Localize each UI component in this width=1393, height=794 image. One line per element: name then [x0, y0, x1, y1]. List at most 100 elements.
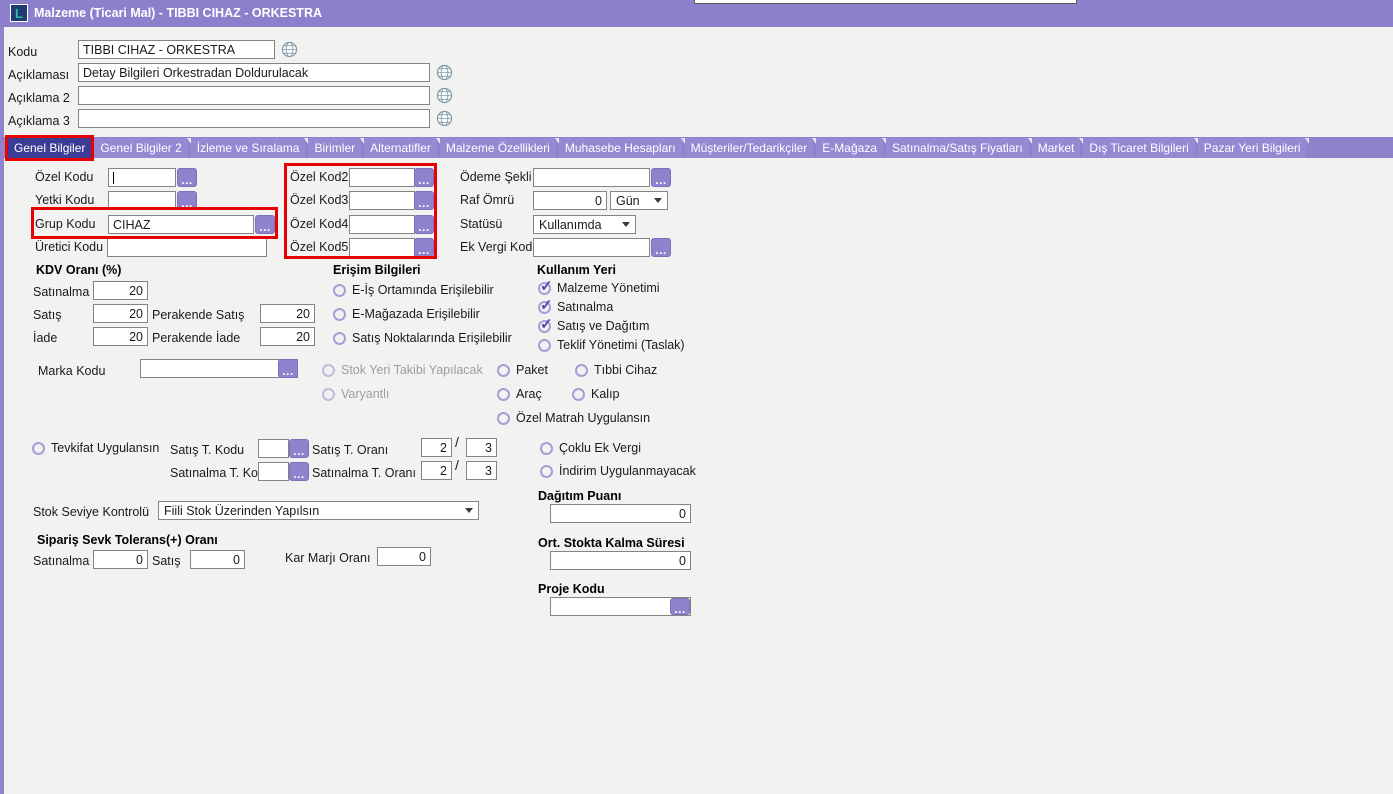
ort-stokta-kalma-input[interactable]: 0: [550, 551, 691, 570]
checkbox-tibbi-cihaz[interactable]: Tıbbi Cihaz: [575, 363, 657, 377]
aciklama3-label: Açıklama 3: [8, 114, 70, 128]
checkbox-circle-icon: [497, 388, 510, 401]
tolerans-satis-input[interactable]: 0: [190, 550, 245, 569]
grup-kodu-lookup-button[interactable]: [255, 215, 275, 234]
ozel-kod2-lookup-button[interactable]: [414, 168, 434, 187]
tab-e-magaza[interactable]: E-Mağaza: [816, 138, 883, 158]
checkbox-teklif-yonetimi[interactable]: Teklif Yönetimi (Taslak): [538, 338, 685, 352]
globe-icon[interactable]: [281, 41, 298, 58]
checkbox-kalip[interactable]: Kalıp: [572, 387, 620, 401]
perakende-satis-input[interactable]: 20: [260, 304, 315, 323]
tab-bar: Genel Bilgiler Genel Bilgiler 2 İzleme v…: [0, 137, 1393, 158]
yetki-kodu-input[interactable]: [108, 191, 176, 210]
ozel-kod3-input[interactable]: [349, 191, 415, 210]
marka-kodu-input[interactable]: [140, 359, 298, 378]
raf-omru-input[interactable]: 0: [533, 191, 607, 210]
aciklamasi-label: Açıklaması: [8, 68, 69, 82]
checkbox-varyantli[interactable]: Varyantlı: [322, 387, 389, 401]
globe-icon[interactable]: [436, 64, 453, 81]
checkbox-tevkifat-uygulansin[interactable]: Tevkifat Uygulansın: [32, 441, 159, 455]
ozel-kod4-lookup-button[interactable]: [414, 215, 434, 234]
checkbox-circle-icon: [540, 465, 553, 478]
tolerans-satinalma-input[interactable]: 0: [93, 550, 148, 569]
proje-kodu-label: Proje Kodu: [538, 582, 605, 596]
satis-t-kodu-input[interactable]: [258, 439, 289, 458]
checkbox-arac[interactable]: Araç: [497, 387, 542, 401]
kdv-iade-input[interactable]: 20: [93, 327, 148, 346]
tab-alternatifler[interactable]: Alternatifler: [364, 138, 437, 158]
perakende-iade-input[interactable]: 20: [260, 327, 315, 346]
yetki-kodu-lookup-button[interactable]: [177, 191, 197, 210]
dagitim-puani-input[interactable]: 0: [550, 504, 691, 523]
satinalma-t-kodu-input[interactable]: [258, 462, 289, 481]
proje-kodu-lookup-button[interactable]: [670, 598, 690, 615]
kdv-satinalma-input[interactable]: 20: [93, 281, 148, 300]
checkbox-coklu-ek-vergi[interactable]: Çoklu Ek Vergi: [540, 441, 641, 455]
odeme-sekli-input[interactable]: [533, 168, 650, 187]
ek-vergi-kodu-input[interactable]: [533, 238, 650, 257]
aciklama2-label: Açıklama 2: [8, 91, 70, 105]
tab-genel-bilgiler[interactable]: Genel Bilgiler: [8, 138, 91, 158]
tab-market[interactable]: Market: [1032, 138, 1081, 158]
statusu-select[interactable]: Kullanımda: [533, 215, 636, 234]
ozel-kod4-label: Özel Kod4: [290, 217, 348, 231]
satinalma-t-orani-pay-input[interactable]: 2: [421, 461, 452, 480]
tab-genel-bilgiler-2[interactable]: Genel Bilgiler 2: [94, 138, 187, 158]
uretici-kodu-input[interactable]: [107, 238, 267, 257]
ozel-kod3-lookup-button[interactable]: [414, 191, 434, 210]
ozel-kod5-lookup-button[interactable]: [414, 238, 434, 257]
tab-dis-ticaret-bilgileri[interactable]: Dış Ticaret Bilgileri: [1083, 138, 1194, 158]
kdv-satis-input[interactable]: 20: [93, 304, 148, 323]
checkbox-ozel-matrah[interactable]: Özel Matrah Uygulansın: [497, 411, 650, 425]
checkbox-label: E-İş Ortamında Erişilebilir: [352, 283, 494, 297]
satinalma-t-kodu-lookup-button[interactable]: [289, 462, 309, 481]
aciklamasi-input[interactable]: Detay Bilgileri Orkestradan Doldurulacak: [78, 63, 430, 82]
checkbox-stok-yeri-takibi[interactable]: Stok Yeri Takibi Yapılacak: [322, 363, 483, 377]
checkbox-paket[interactable]: Paket: [497, 363, 548, 377]
checkbox-satis-noktalarinda-erisilebilir[interactable]: Satış Noktalarında Erişilebilir: [333, 331, 512, 345]
tab-birimler[interactable]: Birimler: [308, 138, 361, 158]
tab-malzeme-ozellikleri[interactable]: Malzeme Özellikleri: [440, 138, 556, 158]
checkbox-e-magazada-erisilebilir[interactable]: E-Mağazada Erişilebilir: [333, 307, 480, 321]
kar-marji-orani-input[interactable]: 0: [377, 547, 431, 566]
stok-seviye-kontrolu-label: Stok Seviye Kontrolü: [33, 505, 149, 519]
kodu-input[interactable]: TIBBI CIHAZ - ORKESTRA: [78, 40, 275, 59]
stok-seviye-kontrolu-select[interactable]: Fiili Stok Üzerinden Yapılsın: [158, 501, 479, 520]
globe-icon[interactable]: [436, 110, 453, 127]
aciklama3-input[interactable]: [78, 109, 430, 128]
checkbox-satis-ve-dagitim[interactable]: Satış ve Dağıtım: [538, 319, 649, 333]
marka-kodu-lookup-button[interactable]: [278, 359, 298, 378]
odeme-sekli-lookup-button[interactable]: [651, 168, 671, 187]
tab-satinalma-satis-fiyatlari[interactable]: Satınalma/Satış Fiyatları: [886, 138, 1029, 158]
checkbox-circle-icon: [333, 332, 346, 345]
grup-kodu-input[interactable]: CIHAZ: [108, 215, 254, 234]
ozel-kodu-input[interactable]: [108, 168, 176, 187]
checkbox-circle-icon: [538, 282, 551, 295]
tab-pazar-yeri-bilgileri[interactable]: Pazar Yeri Bilgileri: [1198, 138, 1307, 158]
satis-t-kodu-lookup-button[interactable]: [289, 439, 309, 458]
checkbox-label: Satınalma: [557, 300, 613, 314]
tab-musteriler-tedarikciler[interactable]: Müşteriler/Tedarikçiler: [685, 138, 814, 158]
aciklama2-input[interactable]: [78, 86, 430, 105]
raf-omru-unit-select[interactable]: Gün: [610, 191, 668, 210]
checkbox-indirim-uygulanmayacak[interactable]: İndirim Uygulanmayacak: [540, 464, 696, 478]
satis-t-orani-payda-input[interactable]: 3: [466, 438, 497, 457]
checkbox-malzeme-yonetimi[interactable]: Malzeme Yönetimi: [538, 281, 660, 295]
checkbox-label: Araç: [516, 387, 542, 401]
ozel-kod5-input[interactable]: [349, 238, 415, 257]
checkbox-eis-ortaminda-erisilebilir[interactable]: E-İş Ortamında Erişilebilir: [333, 283, 494, 297]
satis-t-orani-label: Satış T. Oranı: [312, 443, 388, 457]
satis-t-orani-pay-input[interactable]: 2: [421, 438, 452, 457]
tab-izleme-ve-siralama[interactable]: İzleme ve Sıralama: [191, 138, 306, 158]
globe-icon[interactable]: [436, 87, 453, 104]
kdv-iade-label: İade: [33, 331, 57, 345]
ozel-kod2-input[interactable]: [349, 168, 415, 187]
chevron-down-icon: [465, 508, 473, 513]
checkbox-satinalma[interactable]: Satınalma: [538, 300, 613, 314]
ozel-kodu-lookup-button[interactable]: [177, 168, 197, 187]
ozel-kod4-input[interactable]: [349, 215, 415, 234]
raf-omru-unit-value: Gün: [616, 194, 640, 208]
tab-muhasebe-hesaplari[interactable]: Muhasebe Hesapları: [559, 138, 682, 158]
ek-vergi-kodu-lookup-button[interactable]: [651, 238, 671, 257]
satinalma-t-orani-payda-input[interactable]: 3: [466, 461, 497, 480]
